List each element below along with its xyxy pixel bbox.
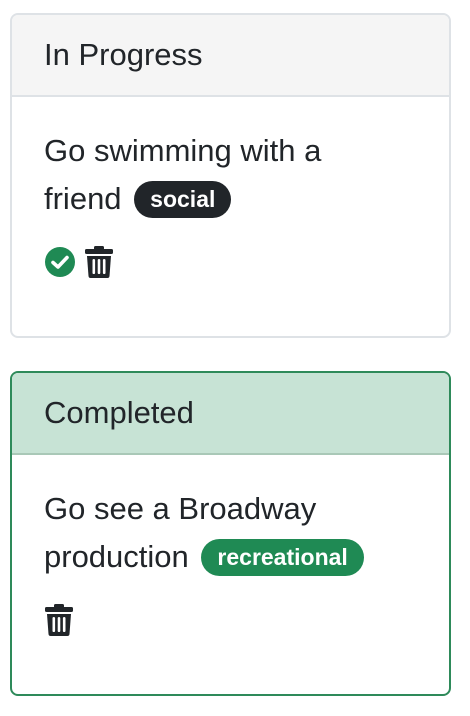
task-item: Go swimming with a friend social [44, 127, 404, 223]
trash-icon[interactable] [84, 246, 114, 278]
card-header-completed: Completed [12, 373, 449, 455]
trash-icon[interactable] [44, 604, 74, 636]
completed-card: Completed Go see a Broadway production r… [10, 371, 451, 696]
task-actions [44, 603, 417, 637]
in-progress-card: In Progress Go swimming with a friend so… [10, 13, 451, 338]
tag-badge: recreational [201, 539, 364, 576]
check-circle-icon[interactable] [44, 246, 76, 278]
task-actions [44, 245, 417, 279]
card-body: Go see a Broadway production recreationa… [12, 455, 449, 637]
card-header-in-progress: In Progress [12, 15, 449, 97]
card-body: Go swimming with a friend social [12, 97, 449, 279]
task-item: Go see a Broadway production recreationa… [44, 485, 404, 581]
tag-badge: social [134, 181, 232, 218]
